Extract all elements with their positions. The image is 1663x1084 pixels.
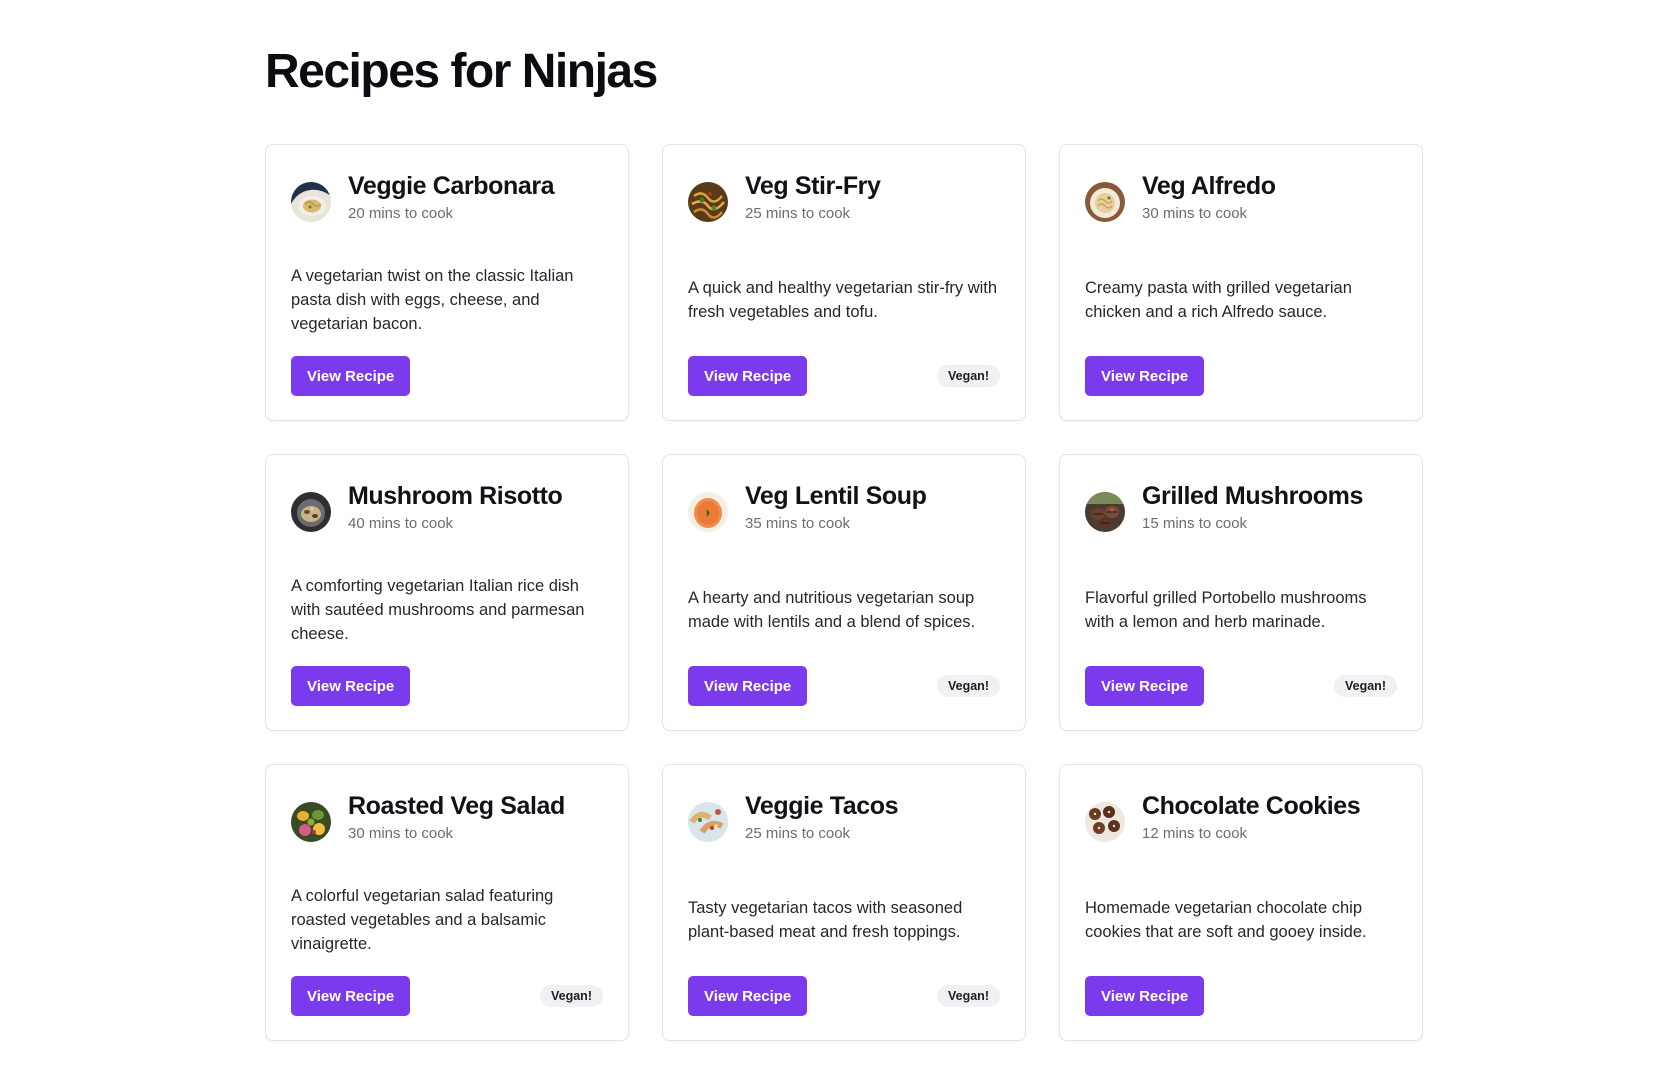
recipe-card: Chocolate Cookies 12 mins to cook Homema… — [1059, 764, 1423, 1041]
recipes-page: Recipes for Ninjas Veggie Carbonara 20 m… — [265, 42, 1423, 1041]
recipe-description-text: Homemade vegetarian chocolate chip cooki… — [1085, 899, 1367, 941]
card-header: Veg Lentil Soup 35 mins to cook — [688, 479, 1000, 537]
view-recipe-button[interactable]: View Recipe — [688, 666, 808, 706]
salad-thumbnail — [291, 802, 331, 842]
recipe-description-text: A hearty and nutritious vegetarian soup … — [688, 589, 976, 631]
stir-fry-thumbnail — [688, 182, 728, 222]
recipe-description-text: Tasty vegetarian tacos with seasoned pla… — [688, 899, 963, 941]
recipe-description: A comforting vegetarian Italian rice dis… — [291, 563, 603, 657]
card-footer: View Recipe Vegan! — [688, 666, 1000, 706]
recipe-card: Veg Alfredo 30 mins to cook Creamy pasta… — [1059, 144, 1423, 421]
view-recipe-button[interactable]: View Recipe — [1085, 666, 1205, 706]
recipe-description-text: Creamy pasta with grilled vegetarian chi… — [1085, 279, 1352, 321]
card-footer: View Recipe — [1085, 976, 1397, 1016]
recipe-title: Veggie Tacos — [745, 792, 899, 820]
card-footer: View Recipe Vegan! — [1085, 666, 1397, 706]
grilled-mushrooms-thumbnail — [1085, 492, 1125, 532]
view-recipe-button[interactable]: View Recipe — [1085, 356, 1205, 396]
recipe-title: Roasted Veg Salad — [348, 792, 565, 820]
carbonara-thumbnail — [291, 182, 331, 222]
card-header: Mushroom Risotto 40 mins to cook — [291, 479, 603, 537]
recipe-description-text: A comforting vegetarian Italian rice dis… — [291, 577, 585, 643]
recipe-title: Veggie Carbonara — [348, 172, 555, 200]
alfredo-thumbnail — [1085, 182, 1125, 222]
recipe-description: A vegetarian twist on the classic Italia… — [291, 253, 603, 347]
recipe-description-text: A quick and healthy vegetarian stir-fry … — [688, 279, 998, 321]
recipe-card: Mushroom Risotto 40 mins to cook A comfo… — [265, 454, 629, 731]
card-footer: View Recipe Vegan! — [688, 976, 1000, 1016]
vegan-badge: Vegan! — [1334, 675, 1397, 697]
recipe-description: Tasty vegetarian tacos with seasoned pla… — [688, 873, 1000, 967]
cook-time: 20 mins to cook — [348, 205, 454, 222]
card-header: Grilled Mushrooms 15 mins to cook — [1085, 479, 1397, 537]
recipe-description-text: A colorful vegetarian salad featuring ro… — [291, 887, 554, 953]
recipe-title: Grilled Mushrooms — [1142, 482, 1364, 510]
recipe-title: Chocolate Cookies — [1142, 792, 1361, 820]
view-recipe-button[interactable]: View Recipe — [291, 666, 411, 706]
risotto-thumbnail — [291, 492, 331, 532]
cook-time: 40 mins to cook — [348, 515, 454, 532]
cook-time: 25 mins to cook — [745, 825, 851, 842]
view-recipe-button[interactable]: View Recipe — [688, 976, 808, 1016]
recipe-card: Roasted Veg Salad 30 mins to cook A colo… — [265, 764, 629, 1041]
recipe-description-text: Flavorful grilled Portobello mushrooms w… — [1085, 589, 1367, 631]
cook-time: 15 mins to cook — [1142, 515, 1248, 532]
card-header: Veggie Carbonara 20 mins to cook — [291, 169, 603, 227]
card-header: Veggie Tacos 25 mins to cook — [688, 789, 1000, 847]
recipe-grid: Veggie Carbonara 20 mins to cook A veget… — [265, 144, 1423, 1041]
recipe-description: Flavorful grilled Portobello mushrooms w… — [1085, 563, 1397, 657]
recipe-card: Grilled Mushrooms 15 mins to cook Flavor… — [1059, 454, 1423, 731]
vegan-badge: Vegan! — [937, 365, 1000, 387]
recipe-title: Mushroom Risotto — [348, 482, 563, 510]
card-header: Roasted Veg Salad 30 mins to cook — [291, 789, 603, 847]
view-recipe-button[interactable]: View Recipe — [688, 356, 808, 396]
card-header: Chocolate Cookies 12 mins to cook — [1085, 789, 1397, 847]
view-recipe-button[interactable]: View Recipe — [291, 356, 411, 396]
recipe-card: Veg Stir-Fry 25 mins to cook A quick and… — [662, 144, 1026, 421]
card-header: Veg Stir-Fry 25 mins to cook — [688, 169, 1000, 227]
cook-time: 35 mins to cook — [745, 515, 851, 532]
cook-time: 30 mins to cook — [348, 825, 454, 842]
card-footer: View Recipe — [291, 666, 603, 706]
cook-time: 25 mins to cook — [745, 205, 851, 222]
recipe-title: Veg Alfredo — [1142, 172, 1276, 200]
cook-time: 12 mins to cook — [1142, 825, 1248, 842]
recipe-title: Veg Lentil Soup — [745, 482, 927, 510]
recipe-description: A colorful vegetarian salad featuring ro… — [291, 873, 603, 967]
cookies-thumbnail — [1085, 802, 1125, 842]
recipe-description: Creamy pasta with grilled vegetarian chi… — [1085, 253, 1397, 347]
tacos-thumbnail — [688, 802, 728, 842]
page-title: Recipes for Ninjas — [265, 45, 658, 98]
recipe-card: Veggie Tacos 25 mins to cook Tasty veget… — [662, 764, 1026, 1041]
view-recipe-button[interactable]: View Recipe — [291, 976, 411, 1016]
lentil-soup-thumbnail — [688, 492, 728, 532]
recipe-description: A hearty and nutritious vegetarian soup … — [688, 563, 1000, 657]
card-footer: View Recipe — [291, 356, 603, 396]
card-footer: View Recipe Vegan! — [688, 356, 1000, 396]
recipe-card: Veggie Carbonara 20 mins to cook A veget… — [265, 144, 629, 421]
vegan-badge: Vegan! — [540, 985, 603, 1007]
recipe-description: Homemade vegetarian chocolate chip cooki… — [1085, 873, 1397, 967]
card-footer: View Recipe — [1085, 356, 1397, 396]
vegan-badge: Vegan! — [937, 985, 1000, 1007]
recipe-title: Veg Stir-Fry — [745, 172, 881, 200]
cook-time: 30 mins to cook — [1142, 205, 1248, 222]
recipe-description: A quick and healthy vegetarian stir-fry … — [688, 253, 1000, 347]
vegan-badge: Vegan! — [937, 675, 1000, 697]
recipe-card: Veg Lentil Soup 35 mins to cook A hearty… — [662, 454, 1026, 731]
card-footer: View Recipe Vegan! — [291, 976, 603, 1016]
card-header: Veg Alfredo 30 mins to cook — [1085, 169, 1397, 227]
view-recipe-button[interactable]: View Recipe — [1085, 976, 1205, 1016]
recipe-description-text: A vegetarian twist on the classic Italia… — [291, 267, 574, 333]
